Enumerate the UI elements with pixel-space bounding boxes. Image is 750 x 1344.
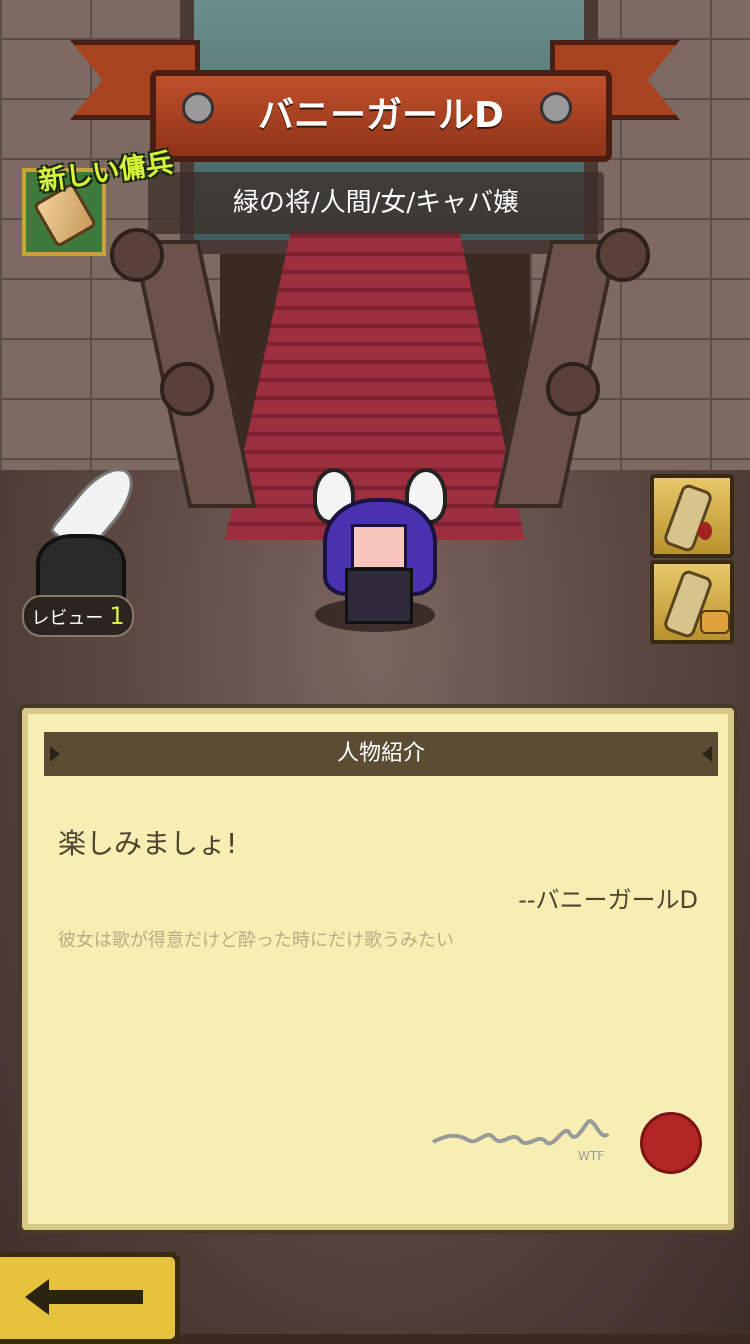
rail-knob xyxy=(110,228,164,282)
sprite-face xyxy=(351,524,407,570)
blood-drop-icon xyxy=(698,522,712,540)
sprite-body xyxy=(345,568,413,624)
triangle-right-icon xyxy=(702,746,712,762)
wax-seal-icon xyxy=(640,1112,702,1174)
quote-author: --バニーガールD xyxy=(518,886,698,914)
review-button[interactable] xyxy=(30,456,146,608)
review-count: 1 xyxy=(109,602,125,630)
profile-header-title: 人物紹介 xyxy=(336,741,425,766)
bunny-girl-sprite[interactable] xyxy=(305,468,447,633)
rail-knob xyxy=(596,228,650,282)
character-profile-panel: 人物紹介 楽しみましょ! --バニーガールD 彼女は歌が得意だけど酔った時にだけ… xyxy=(22,708,734,1230)
profile-header: 人物紹介 xyxy=(44,732,718,776)
pipe-handshake-button[interactable] xyxy=(650,560,734,644)
review-label: レビュー xyxy=(31,608,104,629)
character-quote: 楽しみましょ! xyxy=(58,827,238,860)
title-banner: バニーガールD xyxy=(70,30,680,162)
character-description: 彼女は歌が得意だけど酔った時にだけ歌うみたい xyxy=(58,930,454,951)
pipe-icon xyxy=(662,482,714,554)
back-arrow-icon xyxy=(25,1279,143,1315)
rail-knob xyxy=(546,362,600,416)
back-button[interactable] xyxy=(0,1252,180,1344)
triangle-left-icon xyxy=(50,746,60,762)
review-counter[interactable]: レビュー 1 xyxy=(22,595,134,637)
signature-icon: WTF xyxy=(432,1119,610,1163)
character-name: バニーガールD xyxy=(258,95,504,136)
character-tags: 緑の将/人間/女/キャバ嬢 xyxy=(148,172,604,234)
pipe-blood-button[interactable] xyxy=(650,474,734,558)
signature-suffix: WTF xyxy=(578,1149,604,1163)
rail-knob xyxy=(160,362,214,416)
handshake-icon xyxy=(700,610,730,634)
